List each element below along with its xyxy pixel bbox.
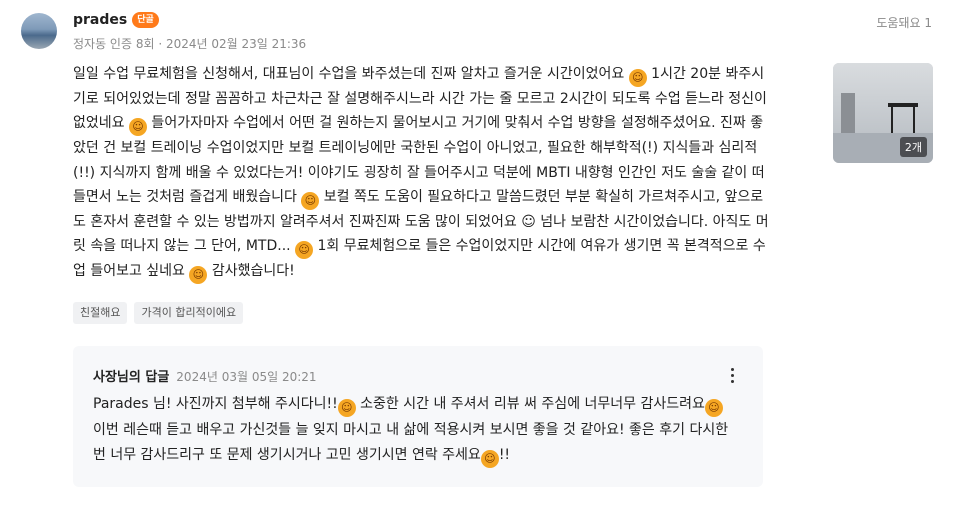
more-dot (731, 380, 734, 383)
reply-title: 사장님의 답글 (93, 370, 170, 385)
grinning-squint-icon: ☺ (337, 399, 356, 417)
reply-text-part: 이번 레슨때 듣고 배우고 가신것들 늘 잊지 마시고 내 삶에 적용시켜 보시… (93, 421, 729, 464)
photo-count: 2개 (899, 137, 927, 157)
helpful-button[interactable]: 도움돼요 1 (876, 14, 932, 31)
tag-kind: 친절해요 (73, 302, 128, 324)
photo-stand-leg (891, 107, 893, 133)
review-text-part: 일일 수업 무료체험을 신청해서, 대표님이 수업을 봐주셨는데 진짜 알차고 … (73, 66, 629, 82)
reply-text: Parades 님! 사진까지 첨부해 주시다니!! ☺ 소중한 시간 내 주셔서… (93, 392, 733, 469)
reviewer-name[interactable]: prades (73, 12, 127, 28)
regular-badge: 단골 (132, 12, 159, 28)
smiling-face-icon: ☺ (628, 69, 647, 87)
rolling-laughing-icon: ☺ (128, 118, 147, 137)
photo-shelf (841, 93, 855, 133)
review-text-part: 감사했습니다! (207, 263, 295, 280)
tag-price: 가격이 합리적이에요 (134, 302, 244, 324)
grinning-squint-icon: ☺ (480, 450, 499, 469)
reply-text-part: Parades 님! 사진까지 첨부해 주시다니!! (93, 396, 338, 412)
owner-reply: 사장님의 답글 2024년 03월 05일 20:21 Parades 님! 사… (73, 346, 763, 487)
more-dot (731, 374, 734, 377)
review-tags: 친절해요 가격이 합리적이에요 (73, 302, 244, 324)
photo-stand-leg (913, 107, 915, 133)
smiling-eyes-icon: ☺ (189, 266, 208, 285)
reply-text-part: !! (498, 447, 511, 464)
reply-date: 2024년 03월 05일 20:21 (176, 370, 317, 384)
more-dot (731, 368, 734, 371)
smiling-eyes-icon: ☺ (704, 399, 723, 417)
grinning-squint-icon: ☺ (301, 191, 320, 210)
avatar[interactable] (21, 13, 57, 49)
reply-header: 사장님의 답글 2024년 03월 05일 20:21 (93, 366, 317, 385)
more-options-icon[interactable] (725, 366, 739, 384)
reviewer-header: prades 단골 (73, 12, 159, 28)
smirk-face-icon: ☺ (295, 241, 314, 260)
reply-text-part: 소중한 시간 내 주셔서 리뷰 써 주심에 너무너무 감사드려요 (355, 396, 705, 412)
review-photo-thumbnail[interactable]: 2개 (833, 63, 933, 163)
review-text: 일일 수업 무료체험을 신청해서, 대표님이 수업을 봐주셨는데 진짜 알차고 … (73, 62, 773, 285)
review-meta: 정자동 인증 8회 · 2024년 02월 23일 21:36 (73, 37, 307, 51)
